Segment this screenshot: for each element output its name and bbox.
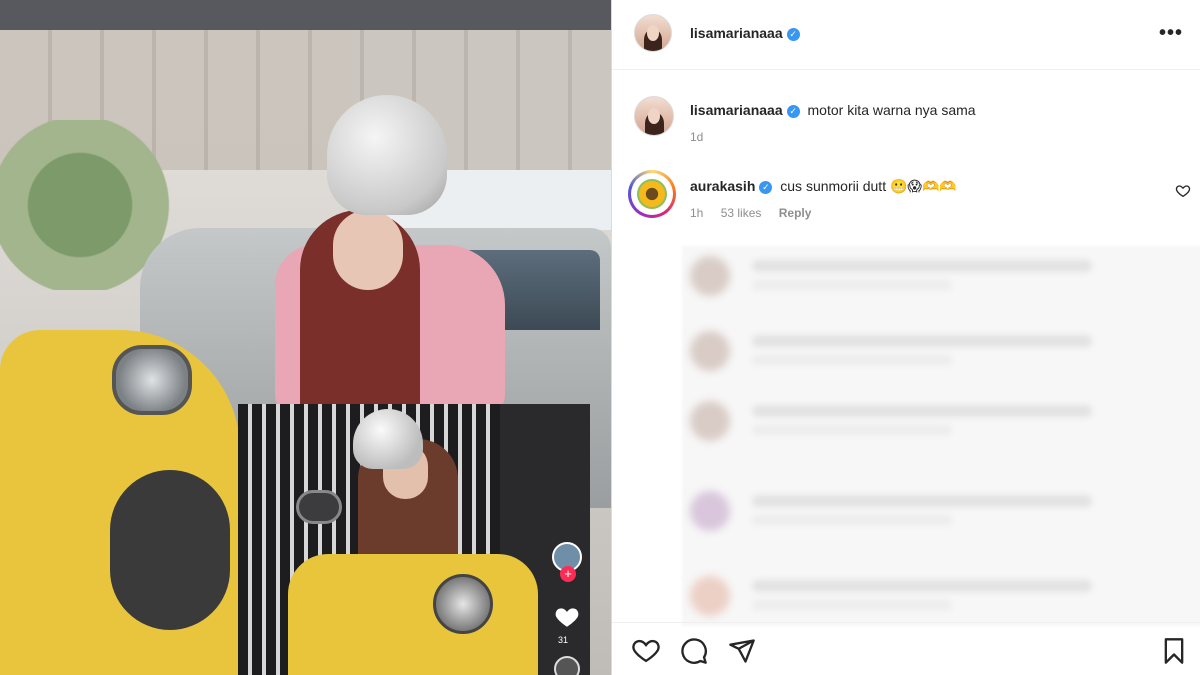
blurred-comment-row bbox=[682, 391, 1200, 451]
white-helmet bbox=[327, 95, 447, 215]
blurred-avatar bbox=[690, 491, 730, 531]
caption-avatar[interactable] bbox=[634, 96, 674, 136]
blurred-text bbox=[752, 495, 1092, 507]
blurred-avatar bbox=[690, 256, 730, 296]
roof-beam bbox=[0, 0, 611, 30]
post-header: lisamarianaaa ✓ ••• bbox=[612, 0, 1200, 70]
inset-like-count: 31 bbox=[558, 635, 569, 645]
blurred-meta bbox=[752, 425, 952, 435]
caption-verified-badge-icon: ✓ bbox=[786, 104, 800, 118]
inset-headlamp bbox=[433, 574, 493, 634]
avatar-inner bbox=[631, 173, 673, 215]
author-username-row: lisamarianaaa ✓ bbox=[690, 25, 800, 41]
commenter-avatar[interactable] bbox=[628, 170, 676, 218]
post-media[interactable]: + 31 bbox=[0, 0, 611, 675]
blurred-comments bbox=[682, 246, 1200, 626]
blurred-meta bbox=[752, 600, 952, 610]
blurred-meta bbox=[752, 280, 952, 290]
comment-text: cus sunmorii dutt 😬😱🫶🫶 bbox=[780, 178, 957, 194]
sunflower-avatar bbox=[637, 179, 667, 209]
comment-icon[interactable] bbox=[680, 637, 708, 665]
blurred-comment-row bbox=[682, 321, 1200, 381]
verified-badge-icon: ✓ bbox=[786, 27, 800, 41]
inset-heart-icon[interactable] bbox=[553, 604, 581, 630]
inset-mirror bbox=[296, 490, 342, 524]
inset-follow-icon[interactable]: + bbox=[560, 566, 576, 582]
author-avatar[interactable] bbox=[634, 14, 672, 52]
face bbox=[333, 210, 403, 290]
more-options-icon[interactable]: ••• bbox=[1159, 22, 1183, 45]
author-username[interactable]: lisamarianaaa bbox=[690, 25, 783, 41]
commenter-verified-badge-icon: ✓ bbox=[759, 180, 773, 194]
comment-likes[interactable]: 53 likes bbox=[721, 206, 762, 220]
comment-item: aurakasih ✓ cus sunmorii dutt 😬😱🫶🫶 1h 53 … bbox=[612, 166, 1200, 226]
comment-heart-icon[interactable] bbox=[1175, 183, 1191, 199]
blurred-avatar bbox=[690, 576, 730, 616]
blurred-comment-row bbox=[682, 481, 1200, 541]
blurred-avatar bbox=[690, 331, 730, 371]
caption-time[interactable]: 1d bbox=[690, 130, 703, 144]
post-actions-bar bbox=[612, 622, 1200, 675]
inset-video[interactable]: + 31 bbox=[238, 404, 590, 675]
commenter-username[interactable]: aurakasih bbox=[690, 178, 755, 194]
post-panel: lisamarianaaa ✓ ••• lisamarianaaa ✓ motor … bbox=[611, 0, 1200, 675]
comment-meta: 1h 53 likes Reply bbox=[690, 206, 825, 220]
inset-yellow-scooter bbox=[288, 554, 538, 675]
caption-text: motor kita warna nya sama bbox=[807, 102, 976, 118]
comment-time[interactable]: 1h bbox=[690, 206, 703, 220]
comment-line: aurakasih ✓ cus sunmorii dutt 😬😱🫶🫶 bbox=[690, 178, 957, 195]
blurred-meta bbox=[752, 355, 952, 365]
blurred-text bbox=[752, 335, 1092, 347]
reply-button[interactable]: Reply bbox=[779, 206, 812, 220]
blurred-comment-row bbox=[682, 566, 1200, 626]
scooter-wheel bbox=[110, 470, 230, 630]
blurred-avatar bbox=[690, 401, 730, 441]
blurred-text bbox=[752, 580, 1092, 592]
scooter-headlamp bbox=[112, 345, 192, 415]
heart-icon[interactable] bbox=[632, 637, 660, 665]
inset-sound-icon[interactable] bbox=[554, 656, 580, 675]
share-icon[interactable] bbox=[728, 637, 756, 665]
blurred-comment-row bbox=[682, 246, 1200, 306]
caption-line: lisamarianaaa ✓ motor kita warna nya sama bbox=[690, 102, 976, 118]
caption-username[interactable]: lisamarianaaa bbox=[690, 102, 783, 118]
bookmark-icon[interactable] bbox=[1160, 637, 1188, 665]
caption: lisamarianaaa ✓ motor kita warna nya sama… bbox=[612, 90, 1200, 150]
blurred-meta bbox=[752, 515, 952, 525]
blurred-text bbox=[752, 260, 1092, 272]
inset-helmet bbox=[353, 409, 423, 469]
blurred-text bbox=[752, 405, 1092, 417]
